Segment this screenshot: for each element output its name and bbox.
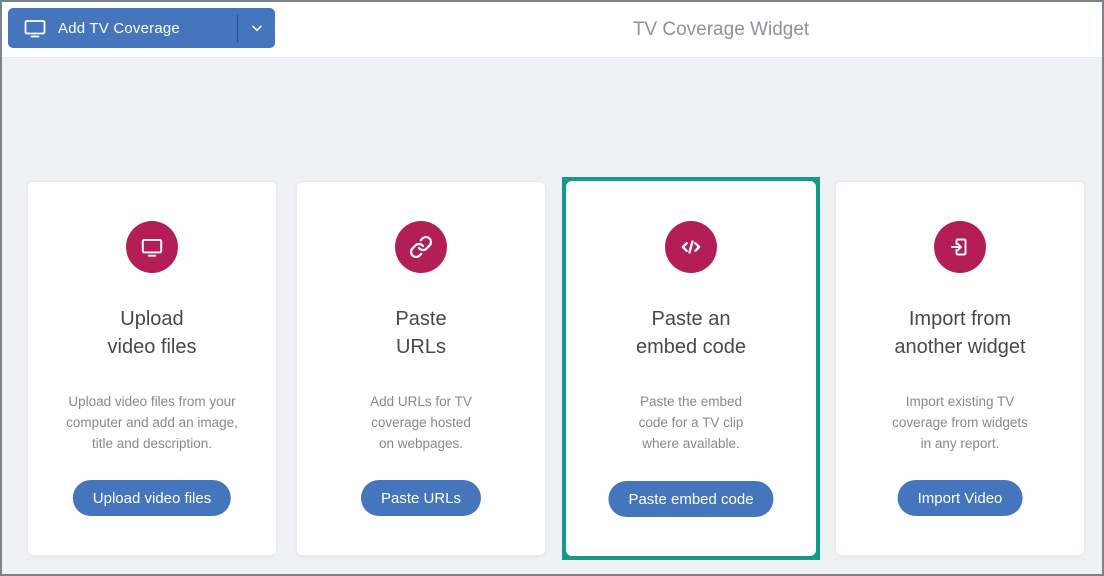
main-area: Upload video files Upload video files fr… [2, 58, 1102, 574]
card-description: Add URLs for TV coverage hosted on webpa… [370, 394, 472, 451]
app-window: Add TV Coverage TV Coverage Widget Uploa… [0, 0, 1104, 576]
icon-circle [126, 221, 178, 273]
card-title: Paste an embed code [635, 308, 747, 358]
upload-video-files-button[interactable]: Upload video files [72, 480, 232, 516]
selected-card-highlight: Paste an embed code Paste the embed code… [562, 177, 820, 560]
embed-code-icon [678, 234, 704, 260]
chevron-down-icon [249, 20, 265, 36]
page-title: TV Coverage Widget [632, 18, 810, 40]
card-title: Upload video files [107, 308, 197, 358]
add-tv-coverage-label: Add TV Coverage [58, 19, 180, 37]
add-tv-coverage-button-main[interactable]: Add TV Coverage [8, 16, 237, 40]
monitor-icon [139, 234, 165, 260]
header-bar: Add TV Coverage TV Coverage Widget [2, 2, 1102, 58]
import-icon [948, 235, 972, 259]
add-coverage-dropdown-toggle[interactable] [238, 8, 275, 48]
icon-circle [395, 221, 447, 273]
tv-icon [23, 16, 47, 40]
card-title: Paste URLs [395, 308, 447, 358]
paste-urls-button[interactable]: Paste URLs [360, 480, 482, 516]
card-paste-embed-code[interactable]: Paste an embed code Paste the embed code… [566, 181, 816, 556]
add-tv-coverage-button[interactable]: Add TV Coverage [8, 8, 275, 48]
icon-circle [665, 221, 717, 273]
import-video-button[interactable]: Import Video [897, 480, 1023, 516]
icon-circle [934, 221, 986, 273]
card-paste-urls[interactable]: Paste URLs Add URLs for TV coverage host… [296, 181, 546, 556]
card-upload-video-files[interactable]: Upload video files Upload video files fr… [27, 181, 277, 556]
link-icon [409, 235, 433, 259]
card-title: Import from another widget [894, 308, 1026, 358]
paste-embed-code-button[interactable]: Paste embed code [608, 481, 774, 517]
card-description: Import existing TV coverage from widgets… [892, 394, 1028, 451]
card-description: Upload video files from your computer an… [66, 394, 238, 451]
card-description: Paste the embed code for a TV clip where… [638, 394, 744, 451]
card-import-from-widget[interactable]: Import from another widget Import existi… [835, 181, 1085, 556]
